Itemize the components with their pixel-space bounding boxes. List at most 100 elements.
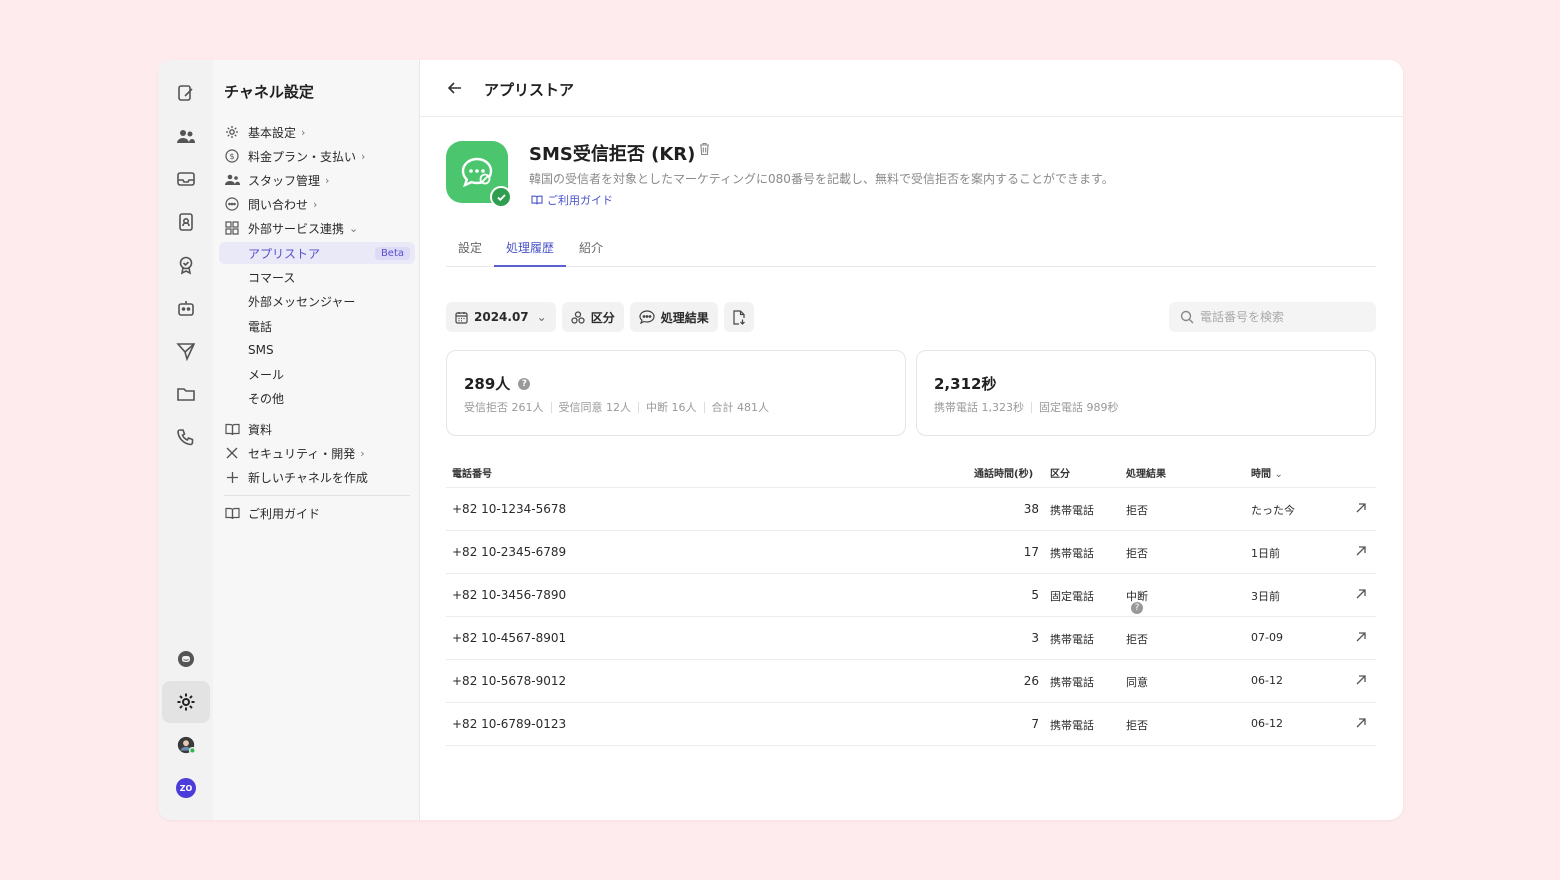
sidebar-item-guide[interactable]: ご利用ガイド [219,502,415,524]
badge-check-icon[interactable] [162,244,210,286]
sidebar-item-billing[interactable]: $ 料金プラン・支払い › [219,145,415,167]
gear-icon [224,124,240,140]
app-guide-link[interactable]: ご利用ガイド [531,192,613,208]
tab-history[interactable]: 処理履歴 [494,239,567,267]
chat-result-icon [639,310,655,324]
table-row[interactable]: +82 10-4567-8901 3 携帯電話 拒否 07-09 [446,617,1376,660]
tab-settings[interactable]: 設定 [458,239,482,267]
sidebar-item-inquiries[interactable]: 問い合わせ › [219,193,415,215]
result-filter-button[interactable]: 処理結果 [629,302,718,332]
book-icon [224,421,240,437]
settings-sidebar: チャネル設定 基本設定 › $ 料金プラン・支払い › スタッフ管理 › 問い合… [213,60,420,820]
sidebar-item-basic-settings[interactable]: 基本設定 › [219,121,415,143]
date-filter-button[interactable]: 2024.07 ⌄ [446,302,556,332]
search-icon [1180,310,1194,324]
sidebar-subitem-mail[interactable]: メール [219,363,415,385]
header-duration[interactable]: 通話時間(秒) [974,465,1033,480]
open-external-icon[interactable] [1355,588,1367,600]
sidebar-item-integrations[interactable]: 外部サービス連携 ⌄ [219,217,415,239]
app-window: ZO チャネル設定 基本設定 › $ 料金プラン・支払い › スタッフ管理 › … [158,60,1403,820]
main-panel: アプリストア SMS受信拒否 (KR) 韓国の受信者を対象としたマーケティングに… [420,60,1403,820]
bot-icon[interactable] [162,287,210,329]
history-table: 電話番号 通話時間(秒) 区分 処理結果 時間 ⌄ +82 10-1234-56… [446,458,1376,746]
table-row[interactable]: +82 10-3456-7890 5 固定電話 中断? 3日前 [446,574,1376,617]
open-external-icon[interactable] [1355,502,1367,514]
chevron-right-icon: › [301,125,306,139]
open-external-icon[interactable] [1355,674,1367,686]
phone-icon[interactable] [162,416,210,458]
chevron-right-icon: › [325,173,330,187]
page-title: アプリストア [484,81,575,99]
people-total: 289人 [464,375,511,393]
shapes-icon [571,310,585,324]
search-input[interactable] [1200,310,1360,324]
grid-icon [224,220,240,236]
plus-icon [224,469,240,485]
icon-rail: ZO [158,60,213,820]
sidebar-item-security-dev[interactable]: セキュリティ・開発 › [219,442,415,464]
users-icon[interactable] [162,115,210,157]
sidebar-item-create-channel[interactable]: 新しいチャネルを作成 [219,466,415,488]
open-external-icon[interactable] [1355,631,1367,643]
chat-widget-icon[interactable] [162,638,210,680]
sidebar-item-resources[interactable]: 資料 [219,418,415,440]
sidebar-subitem-commerce[interactable]: コマース [219,266,415,288]
stat-interrupted: 中断 16人 [646,401,697,414]
export-button[interactable] [723,302,754,332]
book-icon [224,505,240,521]
sidebar-subitem-other[interactable]: その他 [219,387,415,409]
calendar-icon [455,311,468,324]
trash-icon[interactable] [698,142,711,156]
settings-gear-icon[interactable] [162,681,210,723]
folder-icon[interactable] [162,373,210,415]
help-icon[interactable]: ? [1131,602,1143,614]
workspace-avatar[interactable]: ZO [162,767,210,809]
user-avatar[interactable] [162,724,210,766]
app-name: SMS受信拒否 (KR) [529,144,696,165]
table-row[interactable]: +82 10-2345-6789 17 携帯電話 拒否 1日前 [446,531,1376,574]
svg-text:$: $ [229,152,234,161]
stat-mobile-seconds: 携帯電話 1,323秒 [934,401,1024,414]
header-time[interactable]: 時間 ⌄ [1251,465,1283,480]
table-row[interactable]: +82 10-5678-9012 26 携帯電話 同意 06-12 [446,660,1376,703]
chevron-right-icon: › [361,149,366,163]
users-icon [224,172,240,188]
book-icon [531,195,543,205]
header-result[interactable]: 処理結果 [1126,465,1166,480]
open-external-icon[interactable] [1355,717,1367,729]
sidebar-item-staff[interactable]: スタッフ管理 › [219,169,415,191]
compose-icon[interactable] [162,72,210,114]
seconds-total: 2,312秒 [934,375,997,393]
chevron-down-icon: ⌄ [349,221,359,235]
stat-refused: 受信拒否 261人 [464,401,544,414]
sidebar-subitem-app-store[interactable]: アプリストア Beta [219,242,415,264]
stat-agreed: 受信同意 12人 [558,401,632,414]
sidebar-subitem-phone[interactable]: 電話 [219,315,415,337]
help-icon[interactable]: ? [518,377,531,390]
header-phone[interactable]: 電話番号 [452,465,492,480]
category-filter-button[interactable]: 区分 [561,302,624,332]
beta-badge: Beta [374,246,410,260]
file-download-icon [733,309,745,325]
phone-search[interactable] [1169,302,1376,332]
header-type[interactable]: 区分 [1050,465,1070,480]
tools-icon [224,445,240,461]
table-row[interactable]: +82 10-1234-5678 38 携帯電話 拒否 たった今 [446,488,1376,531]
sidebar-subitem-sms[interactable]: SMS [219,339,415,361]
seconds-stats-card: 2,312秒 携帯電話 1,323秒 固定電話 989秒 [916,350,1376,436]
send-icon[interactable] [162,330,210,372]
contacts-icon[interactable] [162,201,210,243]
stat-total: 合計 481人 [711,401,770,414]
tab-intro[interactable]: 紹介 [579,239,603,267]
table-row[interactable]: +82 10-6789-0123 7 携帯電話 拒否 06-12 [446,703,1376,746]
chevron-right-icon: › [360,446,365,460]
topbar: アプリストア [420,60,1403,117]
sidebar-subitem-external-messenger[interactable]: 外部メッセンジャー [219,290,415,312]
chevron-right-icon: › [313,197,318,211]
app-description: 韓国の受信者を対象としたマーケティングに080番号を記載し、無料で受信拒否を案内… [529,172,1114,186]
open-external-icon[interactable] [1355,545,1367,557]
back-arrow-icon[interactable] [446,79,464,97]
inbox-icon[interactable] [162,158,210,200]
sort-chevron-down-icon: ⌄ [1274,469,1283,480]
chevron-down-icon: ⌄ [536,310,547,324]
